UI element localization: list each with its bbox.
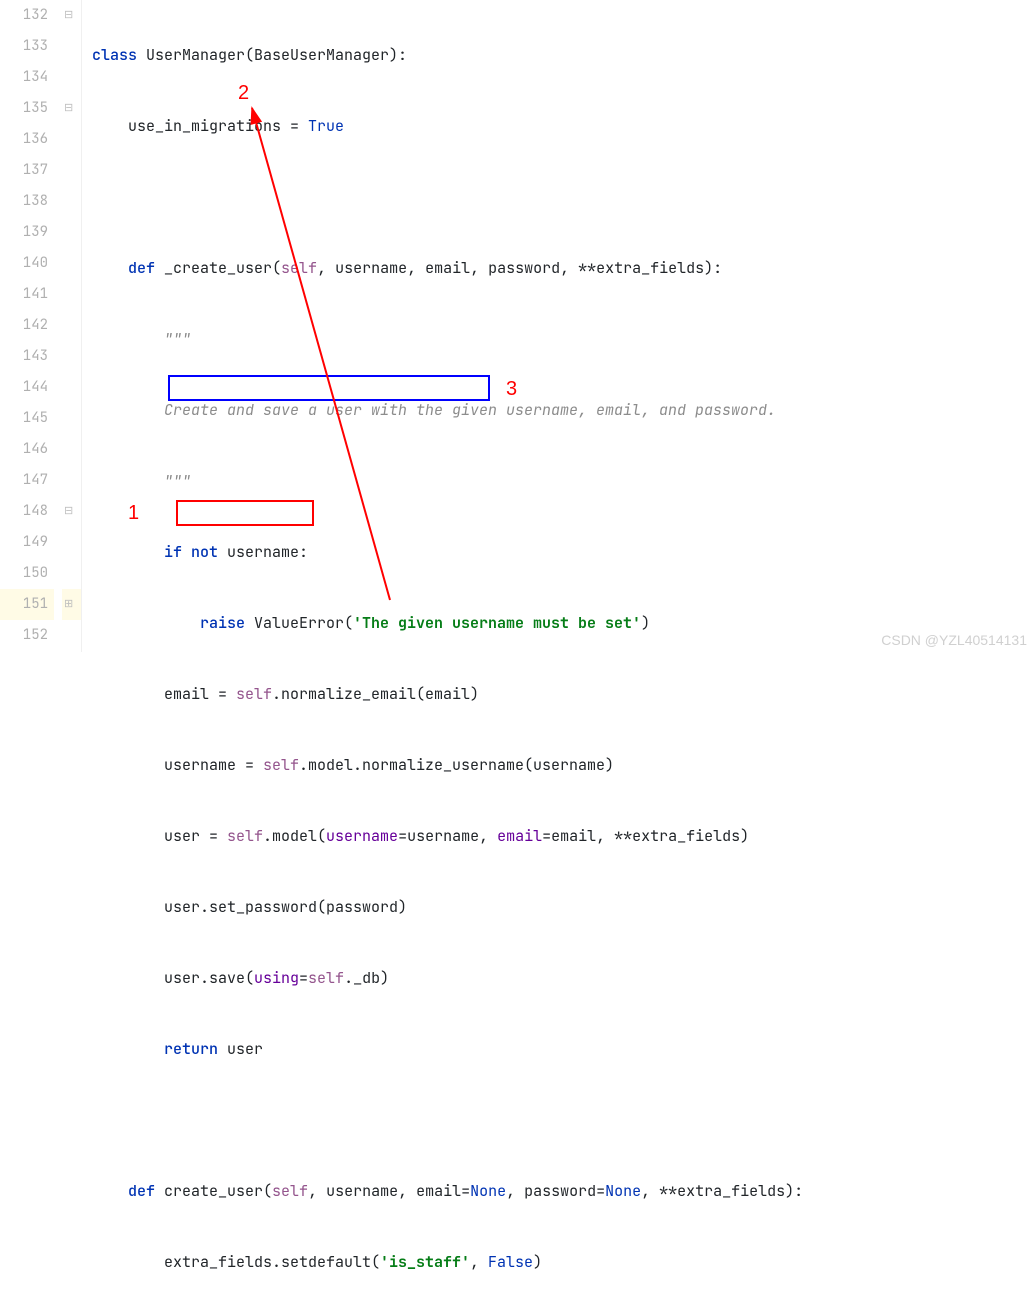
code-line: if not username:: [92, 537, 1035, 568]
code-line: user.save(using=self._db): [92, 963, 1035, 994]
code-line: username = self.model.normalize_username…: [92, 750, 1035, 781]
code-line: use_in_migrations = True: [92, 111, 1035, 142]
code-line: """: [92, 324, 1035, 355]
line-number: 136: [0, 124, 54, 155]
code-line: class UserManager(BaseUserManager):: [92, 40, 1035, 71]
code-line: email = self.normalize_email(email): [92, 679, 1035, 710]
line-number: 151: [0, 589, 54, 620]
code-line: [92, 182, 1035, 213]
line-number: 135: [0, 93, 54, 124]
code-line: Create and save a user with the given us…: [92, 395, 1035, 426]
line-number: 147: [0, 465, 54, 496]
code-line: return user: [92, 1034, 1035, 1065]
line-number: 149: [0, 527, 54, 558]
line-number: 139: [0, 217, 54, 248]
line-number: 142: [0, 310, 54, 341]
fold-toggle-icon[interactable]: ⊟: [64, 496, 73, 527]
line-number-gutter: 132 133 134 135 136 137 138 139 140 141 …: [0, 0, 62, 652]
line-number: 140: [0, 248, 54, 279]
code-line: extra_fields.setdefault('is_staff', Fals…: [92, 1247, 1035, 1278]
line-number: 144: [0, 372, 54, 403]
code-line: [92, 1105, 1035, 1136]
line-number: 132: [0, 0, 54, 31]
code-area[interactable]: class UserManager(BaseUserManager): use_…: [82, 0, 1035, 652]
fold-toggle-icon[interactable]: ⊟: [64, 0, 73, 31]
code-line: def _create_user(self, username, email, …: [92, 253, 1035, 284]
line-number: 148: [0, 496, 54, 527]
code-line: user = self.model(username=username, ema…: [92, 821, 1035, 852]
code-line: def create_user(self, username, email=No…: [92, 1176, 1035, 1207]
code-line: user.set_password(password): [92, 892, 1035, 923]
line-number: 141: [0, 279, 54, 310]
fold-toggle-icon[interactable]: ⊞: [64, 589, 73, 620]
line-number: 152: [0, 620, 54, 651]
line-number: 150: [0, 558, 54, 589]
line-number: 143: [0, 341, 54, 372]
line-number: 137: [0, 155, 54, 186]
line-number: 133: [0, 31, 54, 62]
line-number: 138: [0, 186, 54, 217]
line-number: 146: [0, 434, 54, 465]
code-line: """: [92, 466, 1035, 497]
line-number: 145: [0, 403, 54, 434]
fold-column: ⊟ ⊟ ⊟ ⊞: [62, 0, 82, 652]
fold-toggle-icon[interactable]: ⊟: [64, 93, 73, 124]
code-editor[interactable]: 132 133 134 135 136 137 138 139 140 141 …: [0, 0, 1035, 652]
line-number: 134: [0, 62, 54, 93]
watermark: CSDN @YZL40514131: [881, 632, 1027, 648]
